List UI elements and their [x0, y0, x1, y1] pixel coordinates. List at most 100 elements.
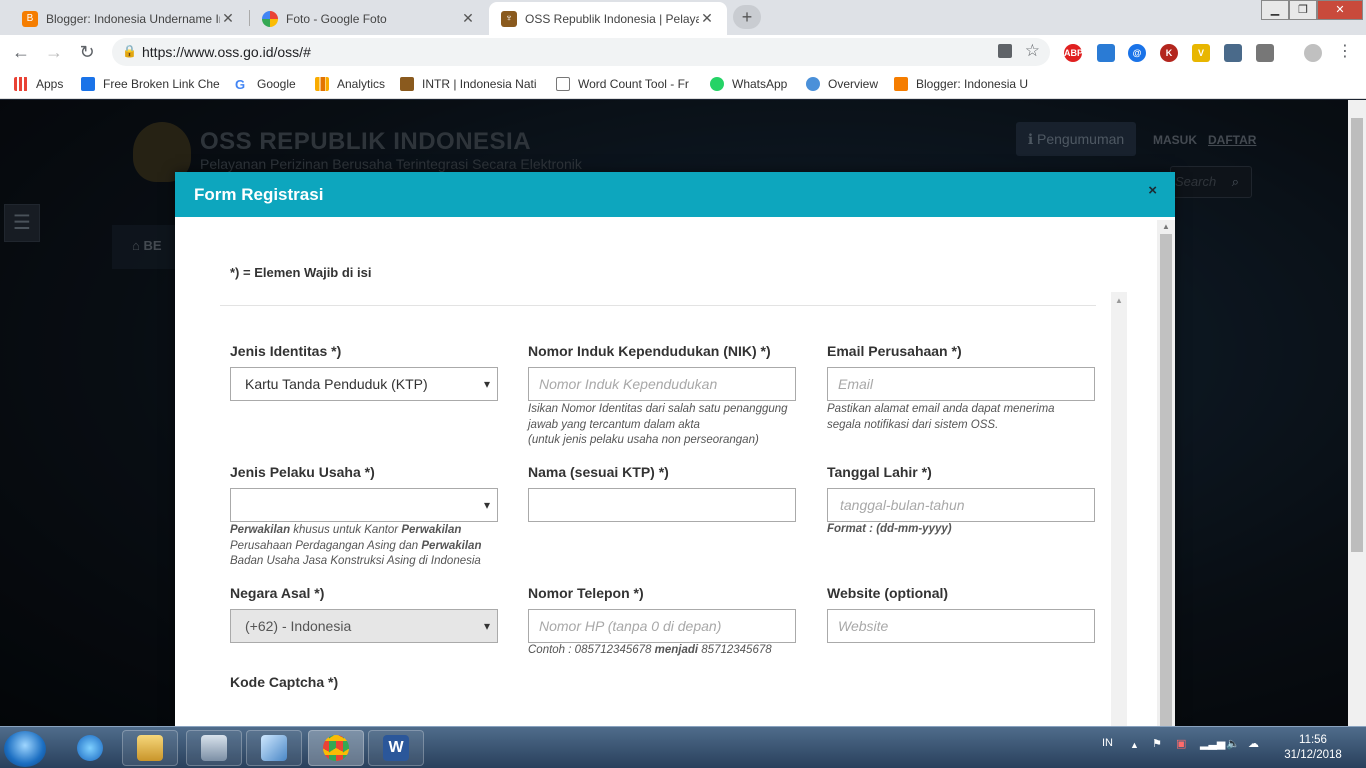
nama-field[interactable] — [528, 488, 796, 522]
windows-taskbar: W IN ▲ ⚑ ▣ ▂▃▅ 🔈 ☁ 11:56 31/12/2018 — [0, 726, 1366, 768]
adblock-plus-icon[interactable]: ABP — [1064, 44, 1083, 62]
taskbar-notepad[interactable] — [246, 730, 302, 766]
tab-title: Foto - Google Foto — [286, 11, 387, 26]
email-extension-icon[interactable]: @ — [1128, 44, 1146, 62]
email-input[interactable] — [838, 369, 1088, 399]
modal-scrollbar[interactable]: ▲ — [1157, 220, 1175, 726]
screenshot-extension-icon[interactable] — [1224, 44, 1242, 62]
bookmark-apps[interactable]: Apps — [14, 76, 74, 92]
lock-icon: 🔒 — [122, 44, 137, 58]
jenis-identitas-select[interactable]: Kartu Tanda Penduduk (KTP) — [230, 367, 498, 401]
nik-input[interactable] — [539, 369, 789, 399]
bookmark-overview[interactable]: Overview — [806, 76, 886, 92]
nik-label: Nomor Induk Kependudukan (NIK) *) — [528, 343, 771, 359]
back-arrow-icon[interactable]: ← — [10, 41, 32, 63]
website-field[interactable] — [827, 609, 1095, 643]
volume-icon[interactable]: 🔈 — [1226, 737, 1240, 750]
telepon-input[interactable] — [539, 611, 789, 641]
bookmark-whatsapp[interactable]: WhatsApp — [710, 76, 795, 92]
taskbar-internet-explorer[interactable] — [62, 730, 118, 766]
garuda-icon — [400, 77, 414, 91]
tanggal-lahir-input[interactable] — [838, 490, 1088, 520]
address-bar[interactable]: 🔒 https://www.oss.go.id/oss/# ☆ — [112, 38, 1050, 66]
popup-blocked-icon[interactable] — [998, 44, 1012, 58]
v-extension-icon[interactable]: V — [1192, 44, 1210, 62]
k-extension-icon[interactable]: K — [1160, 44, 1178, 62]
minimize-button[interactable]: ▁ — [1261, 0, 1289, 20]
page-scrollbar-thumb[interactable] — [1351, 118, 1363, 552]
close-tab-icon[interactable]: ✕ — [220, 10, 236, 27]
folder-icon — [137, 735, 163, 761]
tab-oss[interactable]: ♆ OSS Republik Indonesia | Pelayan ✕ — [489, 2, 727, 35]
pin-extension-icon[interactable] — [1256, 44, 1274, 62]
google-icon: G — [235, 77, 249, 92]
computer-icon — [201, 735, 227, 761]
website-input[interactable] — [838, 611, 1088, 641]
bookmark-word-count[interactable]: Word Count Tool - Fr — [556, 76, 696, 92]
bookmark-broken-link[interactable]: Free Broken Link Che — [81, 76, 221, 92]
close-tab-icon[interactable]: ✕ — [460, 10, 476, 27]
tab-google-foto[interactable]: Foto - Google Foto ✕ — [250, 2, 488, 35]
maximize-button[interactable]: ❐ — [1289, 0, 1317, 20]
email-label: Email Perusahaan *) — [827, 343, 962, 359]
jenis-identitas-label: Jenis Identitas *) — [230, 343, 342, 359]
tab-title: Blogger: Indonesia Undername In — [46, 11, 220, 26]
telepon-field[interactable] — [528, 609, 796, 643]
tab-blogger[interactable]: B Blogger: Indonesia Undername In ✕ — [10, 2, 248, 35]
telepon-help: Contoh : 085712345678 menjadi 8571234567… — [528, 644, 772, 656]
signal-bars-icon[interactable]: ▂▃▅ — [1200, 737, 1225, 750]
language-indicator[interactable]: IN — [1102, 737, 1113, 749]
google-photos-icon — [262, 10, 278, 27]
close-window-button[interactable]: ✕ — [1317, 0, 1363, 20]
blogger-icon: B — [22, 10, 38, 27]
url-text: https://www.oss.go.id/oss/# — [142, 44, 311, 60]
close-modal-button[interactable]: × — [1148, 182, 1157, 199]
garuda-icon: ♆ — [501, 10, 517, 27]
bookmark-star-icon[interactable]: ☆ — [1025, 41, 1040, 61]
bookmarks-bar: Apps Free Broken Link Che G Google Analy… — [0, 69, 1366, 99]
menu-kebab-icon[interactable]: ⋮ — [1334, 41, 1356, 63]
show-hidden-icons-icon[interactable]: ▲ — [1130, 740, 1139, 750]
profile-avatar-icon[interactable] — [1304, 44, 1322, 62]
new-tab-button[interactable]: + — [733, 5, 761, 29]
jenis-pelaku-label: Jenis Pelaku Usaha *) — [230, 464, 375, 480]
tanggal-lahir-field[interactable] — [827, 488, 1095, 522]
bookmark-intr[interactable]: INTR | Indonesia Nati — [400, 76, 540, 92]
bookmark-google[interactable]: G Google — [235, 76, 305, 92]
blogger-icon — [894, 77, 908, 91]
negara-asal-select[interactable]: (+62) - Indonesia — [230, 609, 498, 643]
taskbar-network[interactable] — [186, 730, 242, 766]
network-warning-icon[interactable]: ▣ — [1176, 737, 1186, 750]
tab-title: OSS Republik Indonesia | Pelayan — [525, 11, 699, 26]
reload-icon[interactable]: ↻ — [76, 41, 98, 63]
scroll-up-arrow-icon[interactable]: ▲ — [1162, 222, 1170, 231]
action-center-flag-icon[interactable]: ⚑ — [1152, 737, 1162, 750]
modal-inner-scrollbar[interactable]: ▲ — [1111, 292, 1127, 726]
scroll-up-arrow-icon[interactable]: ▲ — [1115, 296, 1123, 305]
word-icon: W — [383, 735, 409, 761]
telepon-label: Nomor Telepon *) — [528, 585, 644, 601]
taskbar-chrome[interactable] — [308, 730, 364, 766]
nama-input[interactable] — [539, 490, 789, 520]
taskbar-explorer[interactable] — [122, 730, 178, 766]
internet-explorer-icon — [77, 735, 103, 761]
modal-scrollbar-thumb[interactable] — [1160, 234, 1172, 726]
bookmark-blogger[interactable]: Blogger: Indonesia U — [894, 76, 1034, 92]
jenis-pelaku-select[interactable] — [230, 488, 498, 522]
website-label: Website (optional) — [827, 585, 949, 601]
cloud-upload-icon[interactable]: ☁ — [1248, 737, 1259, 750]
modal-body: *) = Elemen Wajib di isi Jenis Identitas… — [175, 217, 1127, 726]
notepad-icon — [261, 735, 287, 761]
email-field[interactable] — [827, 367, 1095, 401]
email-help: Pastikan alamat email anda dapat menerim… — [827, 403, 1055, 431]
windows-start-button[interactable] — [4, 731, 46, 767]
page-scrollbar[interactable] — [1348, 100, 1366, 726]
jenis-pelaku-help: Perwakilan khusus untuk Kantor Perwakila… — [230, 524, 482, 567]
taskbar-word[interactable]: W — [368, 730, 424, 766]
bookmark-analytics[interactable]: Analytics — [315, 76, 390, 92]
system-clock[interactable]: 11:56 31/12/2018 — [1280, 733, 1346, 763]
nik-field[interactable] — [528, 367, 796, 401]
forward-arrow-icon[interactable]: → — [43, 41, 65, 63]
close-tab-icon[interactable]: ✕ — [699, 10, 715, 27]
extension-icon[interactable] — [1097, 44, 1115, 62]
